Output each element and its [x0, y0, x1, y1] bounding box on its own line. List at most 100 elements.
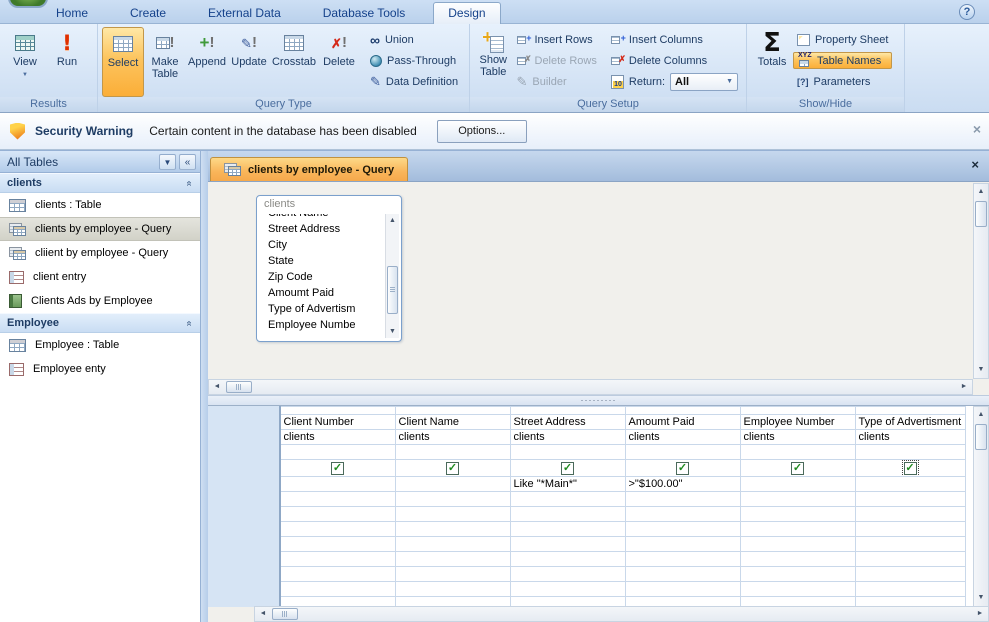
show-checkbox[interactable]: ✓ — [791, 462, 804, 475]
scrollbar-thumb[interactable] — [272, 608, 298, 620]
security-close-icon[interactable]: × — [973, 121, 981, 137]
show-checkbox[interactable]: ✓ — [561, 462, 574, 475]
grid-empty-cell[interactable] — [510, 582, 625, 597]
document-close-icon[interactable]: × — [971, 158, 979, 171]
grid-empty-cell[interactable] — [510, 537, 625, 552]
grid-table-cell[interactable]: clients — [625, 430, 740, 445]
property-sheet-button[interactable]: Property Sheet — [793, 31, 892, 48]
field-list-clients[interactable]: clients Client Name Street Address City … — [256, 195, 402, 342]
scroll-right-icon[interactable]: ► — [973, 608, 987, 620]
office-button[interactable] — [8, 0, 48, 8]
crosstab-button[interactable]: Crosstab — [270, 27, 318, 97]
grid-field-cell[interactable]: Client Name — [395, 415, 510, 430]
grid-empty-cell[interactable] — [395, 567, 510, 582]
sidebar-group-clients[interactable]: clients « — [0, 173, 200, 193]
grid-field-cell[interactable]: Employee Number — [740, 415, 855, 430]
grid-sort-cell[interactable] — [280, 445, 395, 460]
grid-empty-cell[interactable] — [280, 582, 395, 597]
show-checkbox[interactable]: ✓ — [331, 462, 344, 475]
sidebar-item-clients-by-employee-query[interactable]: clients by employee - Query — [0, 217, 200, 241]
parameters-button[interactable]: [?] Parameters — [793, 73, 892, 90]
grid-table-cell[interactable]: clients — [740, 430, 855, 445]
grid-empty-cell[interactable] — [395, 552, 510, 567]
grid-field-cell[interactable]: Street Address — [510, 415, 625, 430]
grid-table-cell[interactable]: clients — [510, 430, 625, 445]
tab-create[interactable]: Create — [116, 3, 180, 24]
grid-or-cell[interactable] — [395, 492, 510, 507]
scroll-down-icon[interactable]: ▼ — [975, 591, 987, 605]
grid-empty-cell[interactable] — [280, 567, 395, 582]
grid-empty-cell[interactable] — [510, 552, 625, 567]
sidebar-item-cliient-by-employee-query[interactable]: cliient by employee - Query — [0, 241, 200, 265]
grid-empty-cell[interactable] — [625, 567, 740, 582]
field-list-item[interactable]: Type of Advertism — [259, 301, 399, 317]
grid-empty-cell[interactable] — [740, 537, 855, 552]
scroll-up-icon[interactable]: ▲ — [386, 214, 399, 227]
grid-empty-cell[interactable] — [395, 522, 510, 537]
scrollbar-thumb[interactable] — [975, 201, 987, 227]
delete-rows-button[interactable]: ✗ Delete Rows — [513, 52, 607, 69]
top-pane-vscrollbar[interactable]: ▲ ▼ — [973, 183, 989, 379]
grid-empty-cell[interactable] — [740, 522, 855, 537]
view-dropdown-icon[interactable]: ▼ — [22, 69, 28, 81]
delete-query-button[interactable]: ✗! Delete — [318, 27, 360, 97]
tab-home[interactable]: Home — [42, 3, 102, 24]
grid-sort-cell[interactable] — [395, 445, 510, 460]
grid-sort-cell[interactable] — [625, 445, 740, 460]
grid-criteria-cell[interactable] — [280, 477, 395, 492]
scroll-left-icon[interactable]: ◄ — [256, 608, 270, 620]
document-tab-clients-by-employee[interactable]: clients by employee - Query — [210, 157, 408, 181]
grid-empty-cell[interactable] — [395, 507, 510, 522]
select-query-button[interactable]: Select — [102, 27, 144, 97]
field-list-title[interactable]: clients — [257, 196, 401, 214]
grid-field-cell[interactable]: Client Number — [280, 415, 395, 430]
navigation-pane-header[interactable]: All Tables ▼ « — [0, 151, 200, 173]
grid-sort-cell[interactable] — [855, 445, 965, 460]
grid-criteria-cell[interactable] — [855, 477, 965, 492]
return-select[interactable]: All ▼ — [670, 73, 738, 91]
grid-empty-cell[interactable] — [510, 507, 625, 522]
sidebar-item-client-entry[interactable]: client entry — [0, 265, 200, 289]
scroll-left-icon[interactable]: ◄ — [210, 381, 224, 393]
insert-rows-button[interactable]: + Insert Rows — [513, 31, 607, 48]
pass-through-button[interactable]: Pass-Through — [366, 52, 462, 69]
field-list-item[interactable]: Zip Code — [259, 269, 399, 285]
grid-field-cell[interactable]: Type of Advertisment — [855, 415, 965, 430]
scrollbar-thumb[interactable] — [975, 424, 987, 450]
grid-criteria-cell[interactable] — [395, 477, 510, 492]
pane-splitter[interactable]: ········· — [208, 395, 989, 406]
grid-criteria-cell[interactable]: >"$100.00" — [625, 477, 740, 492]
builder-button[interactable]: ✎ Builder — [513, 73, 607, 90]
grid-empty-cell[interactable] — [625, 537, 740, 552]
grid-empty-cell[interactable] — [740, 507, 855, 522]
grid-hscrollbar[interactable]: ◄ ► — [254, 606, 989, 622]
grid-empty-cell[interactable] — [740, 582, 855, 597]
make-table-button[interactable]: ! Make Table — [144, 27, 186, 97]
totals-button[interactable]: Σ Totals — [751, 27, 793, 97]
sidebar-item-employee-enty[interactable]: Employee enty — [0, 357, 200, 381]
field-list-scrollbar[interactable]: ▲ ▼ — [385, 214, 399, 338]
delete-columns-button[interactable]: ✗ Delete Columns — [607, 52, 742, 69]
show-checkbox[interactable]: ✓ — [676, 462, 689, 475]
tab-design[interactable]: Design — [433, 2, 500, 24]
grid-empty-cell[interactable] — [395, 582, 510, 597]
sidebar-item-employee-table[interactable]: Employee : Table — [0, 333, 200, 357]
grid-empty-cell[interactable] — [855, 537, 965, 552]
scroll-down-icon[interactable]: ▼ — [975, 363, 987, 377]
grid-empty-cell[interactable] — [510, 522, 625, 537]
grid-empty-cell[interactable] — [625, 507, 740, 522]
tab-database-tools[interactable]: Database Tools — [309, 3, 420, 24]
nav-menu-dropdown-icon[interactable]: ▼ — [159, 154, 176, 170]
scroll-up-icon[interactable]: ▲ — [975, 408, 987, 422]
run-button[interactable]: ! Run — [46, 27, 88, 97]
grid-empty-cell[interactable] — [395, 537, 510, 552]
field-list-item[interactable]: Employee Numbe — [259, 317, 399, 333]
grid-empty-cell[interactable] — [280, 507, 395, 522]
grid-sort-cell[interactable] — [510, 445, 625, 460]
grid-or-cell[interactable] — [855, 492, 965, 507]
union-button[interactable]: ∞ Union — [366, 31, 462, 48]
pane-divider[interactable] — [200, 150, 208, 622]
collapse-group-icon[interactable]: « — [184, 320, 195, 326]
top-pane-hscrollbar[interactable]: ◄ ► — [208, 379, 973, 395]
grid-or-cell[interactable] — [740, 492, 855, 507]
